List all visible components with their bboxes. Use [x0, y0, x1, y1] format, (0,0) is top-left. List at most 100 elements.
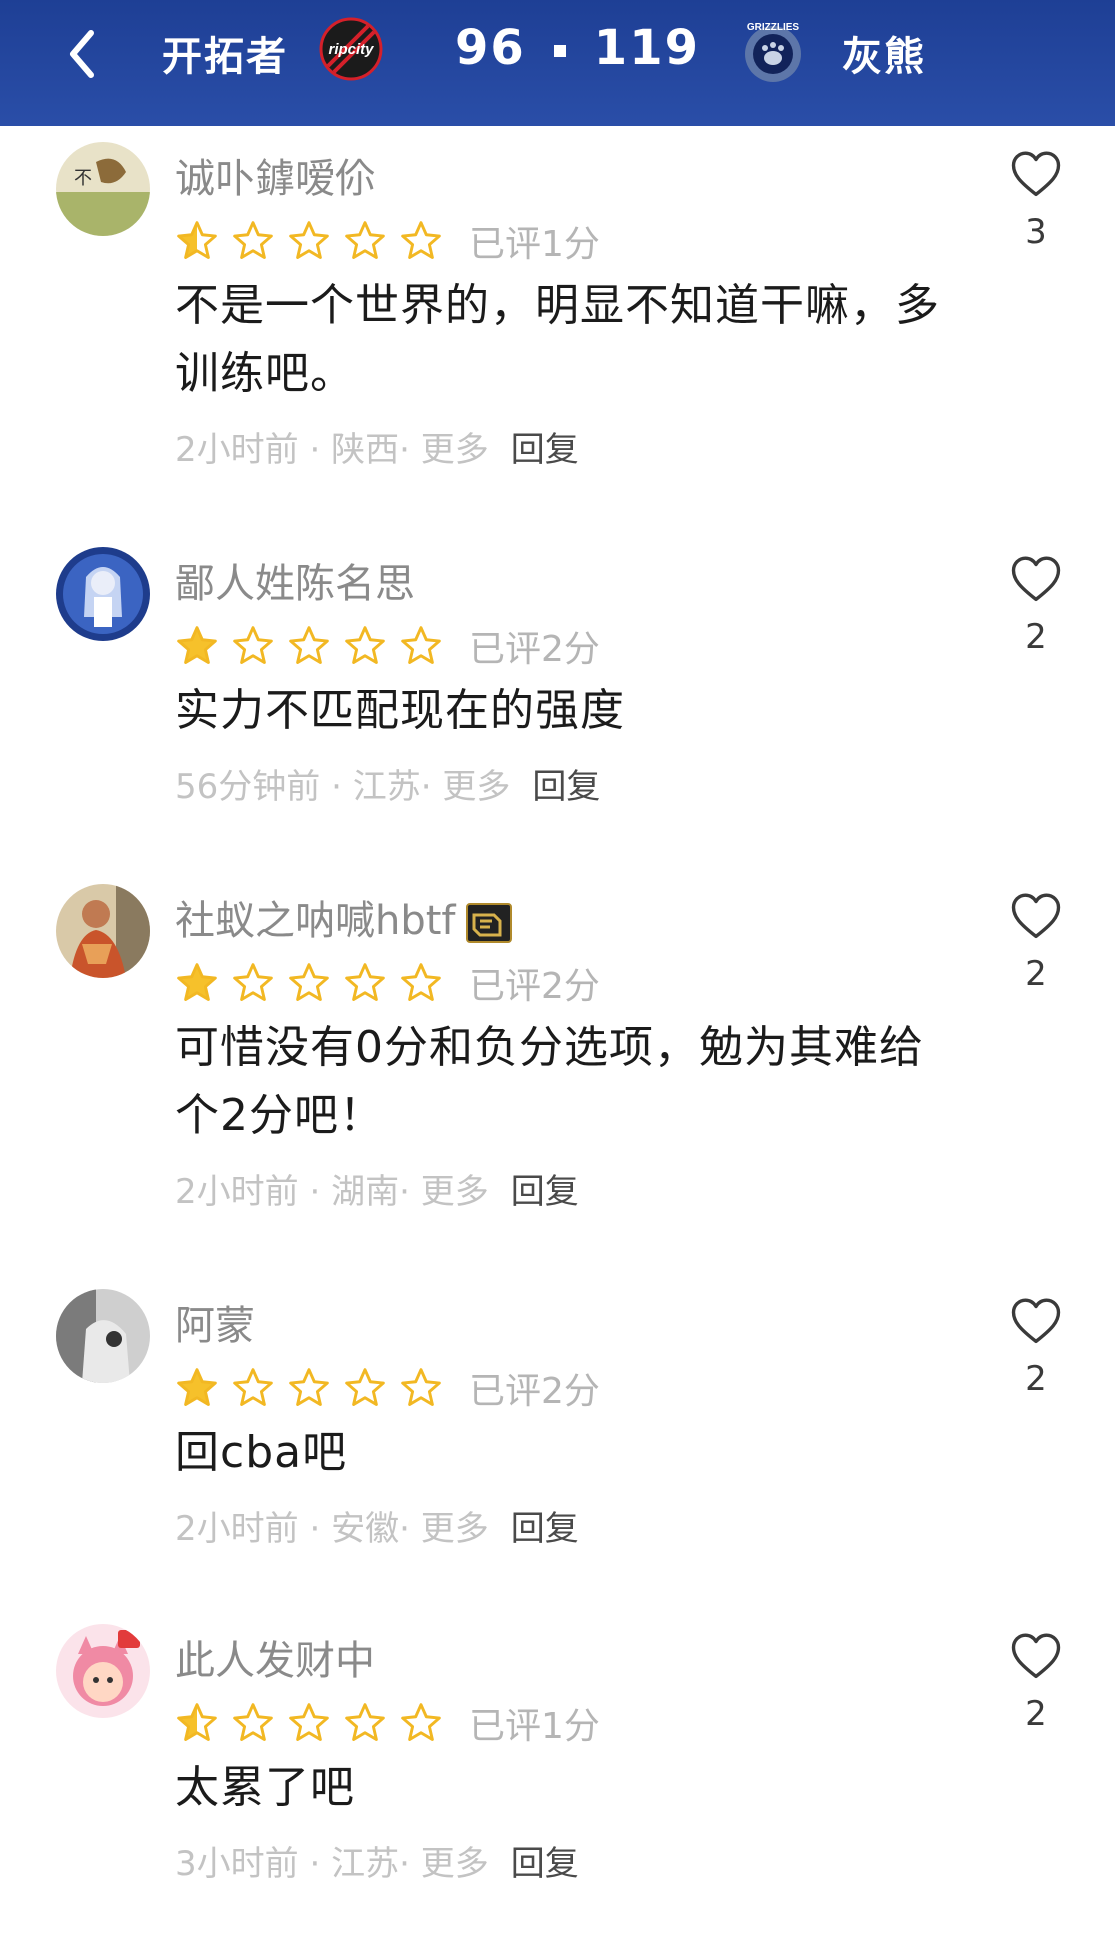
star-empty-icon	[345, 626, 385, 664]
star-rating: 已评2分	[175, 620, 600, 672]
star-empty-icon	[289, 1703, 329, 1741]
comment-text: 不是一个世界的，明显不知道干嘛，多训练吧。	[175, 280, 940, 399]
chevron-left-icon	[70, 30, 94, 78]
star-empty-icon	[345, 1703, 385, 1741]
username[interactable]: 阿蒙	[175, 1293, 255, 1351]
star-empty-icon	[345, 963, 385, 1001]
comment-location: 陕西	[331, 430, 400, 470]
reply-button[interactable]: 回复	[511, 1509, 579, 1549]
more-link[interactable]: 更多	[421, 1172, 489, 1212]
like-count: 2	[1025, 954, 1047, 994]
avatar[interactable]	[56, 1624, 150, 1718]
star-empty-icon	[289, 1368, 329, 1406]
reply-button[interactable]: 回复	[511, 430, 579, 470]
more-link[interactable]: 更多	[421, 1844, 489, 1884]
comment-meta: 2小时前 · 陕西· 更多 回复	[175, 430, 579, 470]
star-empty-icon	[401, 626, 441, 664]
like-count: 2	[1025, 1359, 1047, 1399]
star-half-icon	[177, 221, 217, 259]
score-separator	[553, 45, 566, 57]
away-team-name[interactable]: 灰熊	[842, 24, 926, 82]
back-button[interactable]	[60, 24, 104, 84]
like-button[interactable]: 3	[1008, 148, 1064, 252]
star-empty-icon	[289, 221, 329, 259]
rating-label: 已评1分	[469, 1706, 600, 1747]
comment-time: 56分钟前	[175, 767, 321, 807]
rating-label: 已评2分	[469, 966, 600, 1007]
comment-location: 安徽	[331, 1509, 400, 1549]
star-rating: 已评2分	[175, 957, 600, 1009]
like-button[interactable]: 2	[1008, 553, 1064, 657]
comment-meta: 56分钟前 · 江苏· 更多 回复	[175, 767, 601, 807]
comment-time: 3小时前	[175, 1844, 299, 1884]
comment-location: 湖南	[331, 1172, 400, 1212]
svg-text:不: 不	[74, 168, 92, 189]
star-empty-icon	[401, 1368, 441, 1406]
star-filled-icon	[177, 1368, 217, 1406]
username[interactable]: 社蚁之呐喊hbtf	[175, 888, 512, 946]
comment-time: 2小时前	[175, 430, 299, 470]
heart-icon	[1011, 1298, 1061, 1344]
game-score: 96 119	[455, 20, 700, 76]
comment-time: 2小时前	[175, 1509, 299, 1549]
star-filled-icon	[177, 963, 217, 1001]
comment-time: 2小时前	[175, 1172, 299, 1212]
reply-button[interactable]: 回复	[532, 767, 600, 807]
star-empty-icon	[289, 626, 329, 664]
home-team-logo[interactable]: ripcity	[318, 16, 384, 82]
heart-icon	[1011, 893, 1061, 939]
comment-meta: 2小时前 · 安徽· 更多 回复	[175, 1509, 579, 1549]
like-count: 2	[1025, 1694, 1047, 1734]
score-header: 开拓者 ripcity 96 119 GRIZZLIES 灰熊	[0, 0, 1115, 126]
star-empty-icon	[401, 963, 441, 1001]
star-rating: 已评2分	[175, 1362, 600, 1414]
comment-text: 回cba吧	[175, 1427, 348, 1478]
away-logo-text: GRIZZLIES	[747, 22, 800, 33]
comment-text: 可惜没有0分和负分选项，勉为其难给个2分吧！	[175, 1022, 924, 1141]
star-filled-icon	[177, 626, 217, 664]
more-link[interactable]: 更多	[421, 430, 489, 470]
reply-button[interactable]: 回复	[511, 1172, 579, 1212]
star-empty-icon	[401, 1703, 441, 1741]
comment-meta: 2小时前 · 湖南· 更多 回复	[175, 1172, 579, 1212]
home-team-name[interactable]: 开拓者	[162, 24, 288, 82]
avatar[interactable]: 不	[56, 142, 150, 236]
level-badge-icon	[465, 903, 512, 943]
star-empty-icon	[233, 221, 273, 259]
star-empty-icon	[345, 1368, 385, 1406]
star-rating: 已评1分	[175, 1697, 600, 1749]
home-logo-text: ripcity	[328, 41, 374, 58]
star-half-icon	[177, 1703, 217, 1741]
avatar[interactable]	[56, 884, 150, 978]
star-empty-icon	[233, 626, 273, 664]
more-link[interactable]: 更多	[442, 767, 510, 807]
avatar[interactable]	[56, 1289, 150, 1383]
comment-text: 实力不匹配现在的强度	[175, 685, 625, 736]
comment-meta: 3小时前 · 江苏· 更多 回复	[175, 1844, 579, 1884]
heart-icon	[1011, 556, 1061, 602]
username-text: 社蚁之呐喊hbtf	[175, 898, 456, 944]
username[interactable]: 此人发财中	[175, 1628, 375, 1686]
star-rating: 已评1分	[175, 215, 600, 267]
star-empty-icon	[233, 1368, 273, 1406]
rating-label: 已评1分	[469, 224, 600, 265]
avatar[interactable]	[56, 547, 150, 641]
star-empty-icon	[289, 963, 329, 1001]
like-button[interactable]: 2	[1008, 890, 1064, 994]
rating-label: 已评2分	[469, 629, 600, 670]
more-link[interactable]: 更多	[421, 1509, 489, 1549]
star-empty-icon	[233, 963, 273, 1001]
username[interactable]: 鄙人姓陈名思	[175, 551, 415, 609]
away-team-logo[interactable]: GRIZZLIES	[738, 16, 808, 86]
reply-button[interactable]: 回复	[511, 1844, 579, 1884]
like-button[interactable]: 2	[1008, 1630, 1064, 1734]
heart-icon	[1011, 151, 1061, 197]
heart-icon	[1011, 1633, 1061, 1679]
username[interactable]: 诚卟鎼嗳伱	[175, 146, 375, 204]
comment-location: 江苏	[331, 1844, 400, 1884]
like-button[interactable]: 2	[1008, 1295, 1064, 1399]
star-empty-icon	[345, 221, 385, 259]
away-score: 119	[593, 20, 700, 76]
star-empty-icon	[401, 221, 441, 259]
rating-label: 已评2分	[469, 1371, 600, 1412]
